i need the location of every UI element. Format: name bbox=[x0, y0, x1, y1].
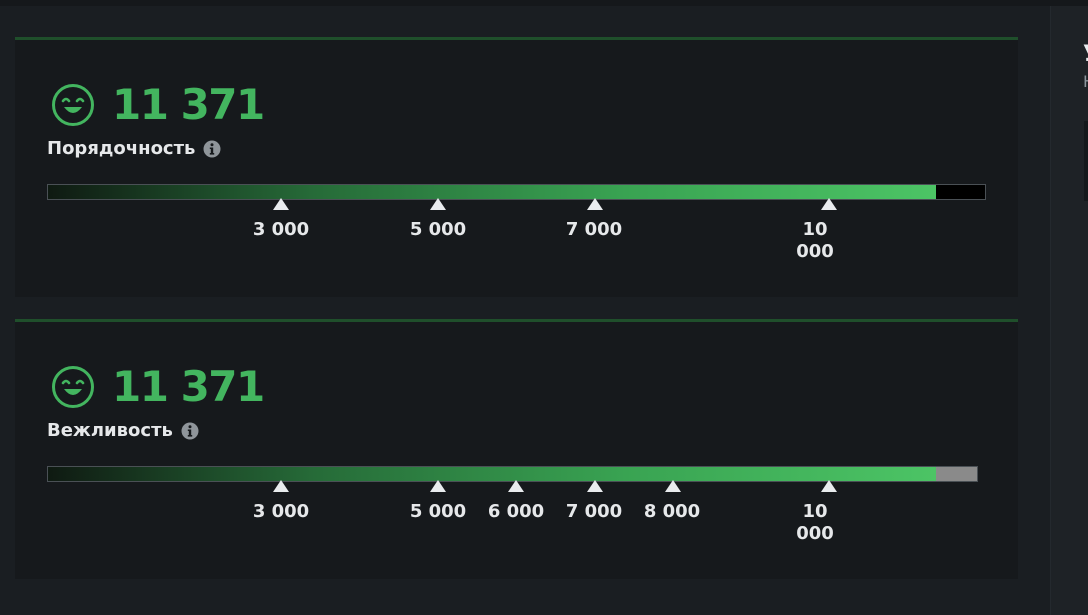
threshold-marker bbox=[665, 480, 681, 492]
threshold-marker bbox=[821, 480, 837, 492]
threshold-label: 7 000 bbox=[565, 501, 623, 522]
threshold-label: 5 000 bbox=[409, 501, 467, 522]
side-panel-subtitle: Н bbox=[1083, 72, 1088, 91]
threshold-label: 10 000 bbox=[796, 219, 834, 262]
politeness-label: Вежливость bbox=[47, 420, 173, 441]
progress-remaining bbox=[936, 185, 985, 199]
threshold-marker bbox=[273, 198, 289, 210]
smiley-face-icon bbox=[52, 84, 94, 126]
progress-fill bbox=[48, 185, 936, 199]
threshold-marker bbox=[273, 480, 289, 492]
label-row: Порядочность bbox=[47, 138, 221, 159]
conduct-label: Порядочность bbox=[47, 138, 196, 159]
threshold-marker bbox=[430, 198, 446, 210]
threshold-marker bbox=[430, 480, 446, 492]
threshold-label: 6 000 bbox=[487, 501, 545, 522]
threshold-marker bbox=[587, 198, 603, 210]
side-panel-title: У bbox=[1083, 42, 1088, 67]
scores-column: 11 371 Порядочность 3 000 5 000 7 000 10… bbox=[0, 0, 1050, 615]
conduct-progress-bar bbox=[47, 184, 986, 200]
conduct-score-value: 11 371 bbox=[112, 80, 265, 129]
info-icon[interactable] bbox=[181, 422, 199, 440]
progress-remaining bbox=[936, 467, 977, 481]
politeness-score-value: 11 371 bbox=[112, 362, 265, 411]
threshold-label: 10 000 bbox=[796, 501, 834, 544]
politeness-score-panel: 11 371 Вежливость 3 000 5 000 6 000 7 00… bbox=[15, 319, 1018, 579]
threshold-label: 3 000 bbox=[252, 219, 310, 240]
threshold-marker bbox=[587, 480, 603, 492]
threshold-marker bbox=[821, 198, 837, 210]
score-row: 11 371 bbox=[51, 362, 265, 411]
threshold-marker bbox=[508, 480, 524, 492]
conduct-score-panel: 11 371 Порядочность 3 000 5 000 7 000 10… bbox=[15, 37, 1018, 297]
threshold-label: 8 000 bbox=[643, 501, 701, 522]
info-icon[interactable] bbox=[203, 140, 221, 158]
label-row: Вежливость bbox=[47, 420, 199, 441]
threshold-label: 3 000 bbox=[252, 501, 310, 522]
progress-fill bbox=[48, 467, 936, 481]
smiley-face-icon bbox=[52, 366, 94, 408]
score-row: 11 371 bbox=[51, 80, 265, 129]
threshold-label: 5 000 bbox=[409, 219, 467, 240]
behavior-score-page: 11 371 Порядочность 3 000 5 000 7 000 10… bbox=[0, 0, 1088, 615]
side-panel: У Н bbox=[1050, 6, 1088, 615]
threshold-label: 7 000 bbox=[565, 219, 623, 240]
side-panel-box bbox=[1084, 121, 1088, 201]
